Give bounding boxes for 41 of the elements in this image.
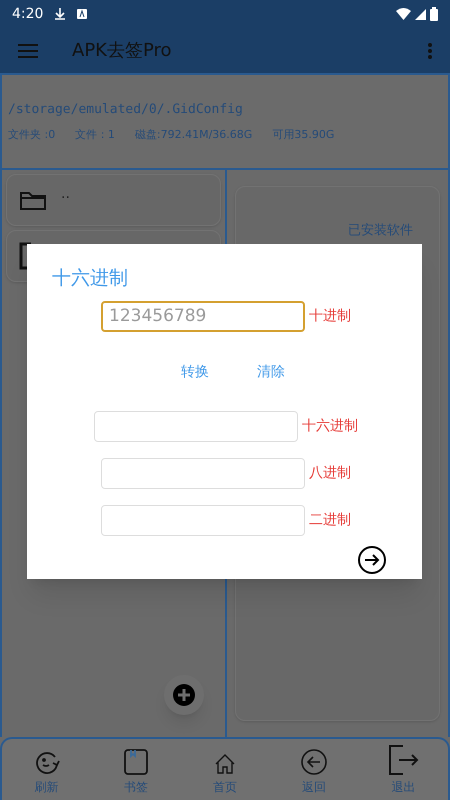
result-label: 八进制	[309, 464, 351, 482]
nav-item[interactable]: 返回	[270, 739, 359, 800]
battery-icon	[430, 7, 438, 21]
storage-stat: 文件 : 1	[75, 127, 115, 143]
wifi-icon	[396, 8, 411, 20]
arrow-right-circle-icon[interactable]	[358, 546, 386, 574]
nav-item[interactable]: 刷新	[2, 739, 92, 800]
decimal-label: 十进制	[309, 306, 351, 326]
status-time: 4:20	[12, 4, 44, 24]
download-icon	[55, 8, 66, 20]
result-label: 二进制	[309, 510, 351, 530]
home-icon	[213, 752, 237, 776]
folder-icon	[19, 189, 47, 211]
storage-stat: 文件夹 :0	[8, 127, 56, 143]
nav-item[interactable]: 首页	[180, 739, 270, 800]
installed-apps-title: 已安装软件	[348, 222, 413, 240]
storage-stat: 磁盘:792.41M/36.68G	[134, 127, 252, 143]
app-notification-icon	[77, 9, 88, 19]
bookmark-icon	[122, 748, 149, 776]
signal-icon	[415, 8, 426, 20]
result-label: 十六进制	[302, 416, 358, 436]
nav-item[interactable]: 退出	[358, 739, 448, 800]
dialog-action-button[interactable]: 清除	[251, 360, 291, 384]
dialog-title: 十六进制	[52, 266, 129, 291]
file-item[interactable]: ..	[6, 174, 221, 226]
result-field[interactable]	[101, 458, 305, 488]
file-icon	[19, 242, 33, 270]
decimal-input-field[interactable]: 123456789	[101, 300, 305, 332]
menu-icon[interactable]	[18, 44, 38, 58]
file-name: ..	[61, 184, 70, 204]
result-field[interactable]	[101, 504, 305, 536]
exit-icon	[387, 744, 420, 776]
add-button[interactable]	[164, 675, 204, 715]
storage-stat: 可用35.90G	[272, 127, 334, 143]
add-icon	[173, 684, 195, 706]
nav-item[interactable]: 书签	[91, 739, 180, 800]
app-title: APK去签Pro	[72, 39, 172, 63]
dialog-action-button[interactable]: 转换	[175, 360, 215, 384]
result-field[interactable]	[94, 410, 298, 442]
more-options-icon[interactable]	[428, 42, 432, 58]
path-text: /storage/emulated/0/.GidConfig	[8, 100, 244, 118]
